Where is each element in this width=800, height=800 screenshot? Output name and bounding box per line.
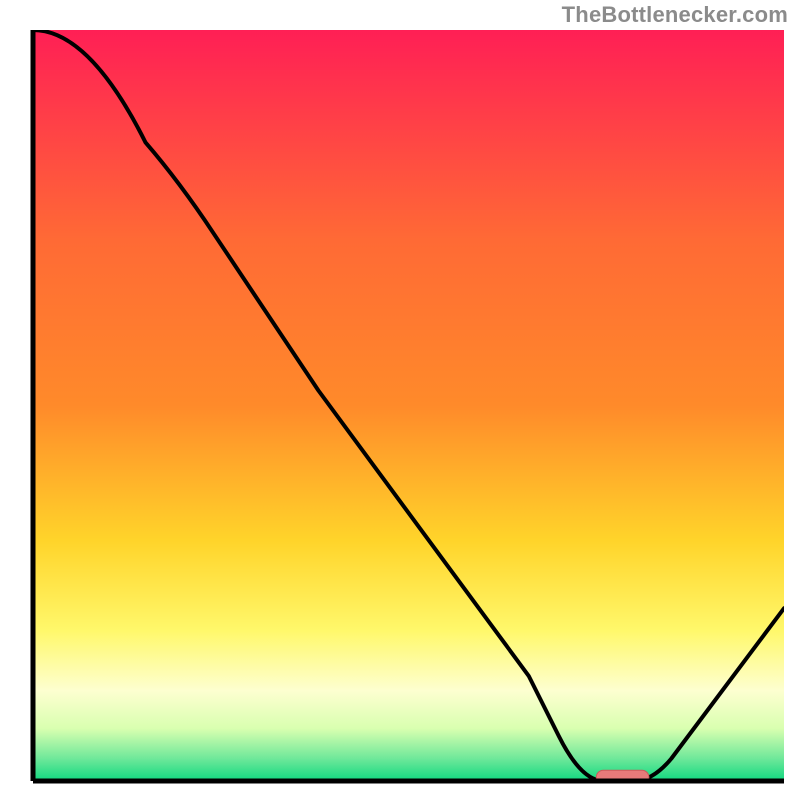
bottleneck-chart: TheBottlenecker.com <box>0 0 800 800</box>
attribution-label: TheBottlenecker.com <box>562 2 788 28</box>
chart-svg <box>0 0 800 800</box>
